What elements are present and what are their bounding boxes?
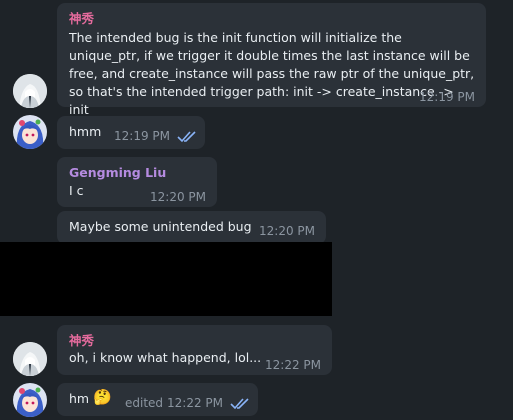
blue-hair-avatar-icon[interactable] [13,383,47,417]
message-bubble[interactable]: 神秀 The intended bug is the init function… [57,3,486,117]
sender-name[interactable]: 神秀 [69,10,94,28]
message-time: 12:19 PM [114,129,170,143]
message-text: Maybe some unintended bug [69,219,252,234]
message-time: 12:20 PM [259,224,315,238]
message-bubble[interactable]: Gengming Liu I c 12:20 PM [57,157,217,207]
message-text: The intended bug is the init function wi… [69,30,475,117]
edited-label: edited [125,396,164,410]
message-time: 12:22 PM [167,396,223,410]
blue-hair-avatar-icon[interactable] [13,115,47,149]
thinking-face-emoji: 🤔 [93,388,112,406]
double-check-icon [177,131,196,143]
message-bubble[interactable]: hm 🤔 edited 12:22 PM [57,383,258,416]
double-check-icon [230,398,249,410]
message-text: hmm [69,124,102,139]
message-bubble[interactable]: 神秀 oh, i know what happend, lol... 12:22… [57,325,332,375]
message-bubble[interactable]: Maybe some unintended bug 12:20 PM [57,211,326,244]
message-time: 12:20 PM [150,190,206,204]
message-text: hm [69,391,90,406]
message-text: oh, i know what happend, lol... [69,350,262,365]
sender-name[interactable]: Gengming Liu [69,164,166,182]
message-time: 12:22 PM [265,358,321,372]
white-hair-avatar-icon[interactable] [13,342,47,376]
white-hair-avatar-icon[interactable] [13,74,47,108]
message-bubble[interactable]: hmm 12:19 PM [57,116,205,149]
message-time: 12:19 PM [419,90,475,104]
sender-name[interactable]: 神秀 [69,332,94,350]
message-text: I c [69,183,84,198]
redacted-area [0,242,332,316]
